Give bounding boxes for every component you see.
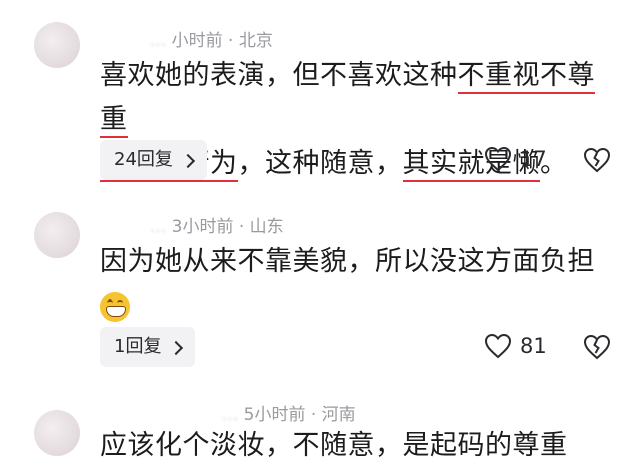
text-segment: 应该化个淡妆，不随意，是起码的尊重 — [100, 430, 568, 461]
comment-meta: ... 小时前 · 北京 — [150, 26, 273, 51]
avatar[interactable] — [34, 212, 80, 258]
heart-outline-icon — [484, 333, 512, 359]
comment-text: 应该化个淡妆，不随意，是起码的尊重 — [100, 424, 620, 468]
avatar[interactable] — [34, 22, 80, 68]
chevron-right-icon — [180, 153, 195, 168]
username[interactable]: ... — [222, 405, 238, 425]
comment-location: 北京 — [238, 31, 273, 51]
reply-count-label: 24回复 — [114, 149, 173, 170]
like-count: 81 — [520, 334, 547, 358]
text-segment: ，这种随意， — [237, 148, 403, 179]
view-replies-button[interactable]: 24回复 — [100, 140, 207, 180]
meta-separator: · — [228, 31, 234, 51]
meta-separator: · — [310, 405, 317, 425]
meta-separator: · — [238, 217, 245, 237]
comment-time: 3小时前 — [171, 217, 234, 237]
avatar[interactable] — [34, 410, 80, 456]
like-count: 17 — [520, 147, 547, 171]
comment-time: 小时前 — [171, 31, 223, 51]
grinning-face-icon — [100, 291, 130, 322]
chevron-right-icon — [169, 340, 184, 355]
like-button[interactable]: 17 — [484, 146, 547, 172]
comment-meta: ... 3小时前 · 山东 — [150, 212, 284, 237]
text-segment: 因为她从来不靠美貌，所以没这方面负担 — [100, 246, 595, 277]
comment-time: 5小时前 — [243, 405, 306, 425]
comment-meta: ... 5小时前 · 河南 — [222, 400, 356, 425]
like-button[interactable]: 81 — [484, 333, 547, 359]
reply-count-label: 1回复 — [114, 336, 162, 357]
broken-heart-icon[interactable] — [583, 334, 611, 360]
view-replies-button[interactable]: 1回复 — [100, 327, 196, 367]
username[interactable]: ... — [150, 217, 166, 237]
comment-location: 山东 — [249, 217, 284, 237]
text-segment: 喜欢她的表演，但不喜欢这种 — [100, 60, 458, 91]
comment-location: 河南 — [321, 405, 356, 425]
username[interactable]: ... — [150, 31, 166, 51]
comment-text: 因为她从来不靠美貌，所以没这方面负担 — [100, 240, 620, 328]
heart-outline-icon — [484, 146, 512, 172]
broken-heart-icon[interactable] — [583, 147, 611, 173]
